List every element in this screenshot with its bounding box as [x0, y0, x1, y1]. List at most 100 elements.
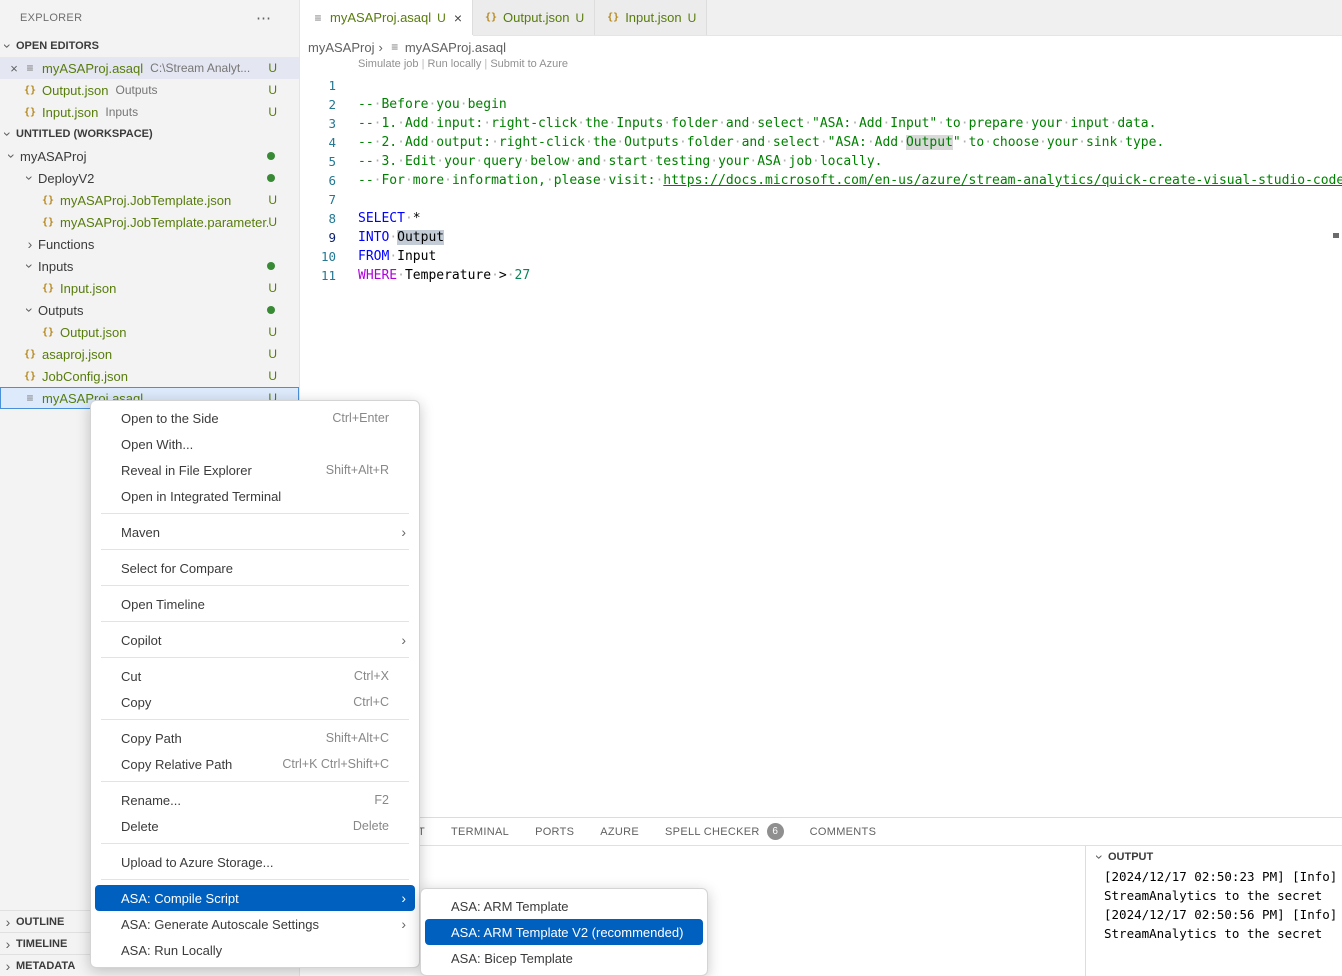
open-editors-section-header[interactable]: › OPEN EDITORS — [0, 35, 299, 57]
code-text[interactable]: SELECT·* — [336, 209, 421, 228]
tree-item-deployv2[interactable]: ›DeployV2 — [0, 167, 299, 189]
editor-tab-input-json[interactable]: {}Input.jsonU — [595, 0, 707, 35]
line-number: 8 — [300, 209, 336, 228]
editor-tab-myasaproj-asaql[interactable]: ≡myASAProj.asaqlU× — [300, 0, 473, 35]
code-text[interactable]: --·1.·Add·input:·right-click·the·Inputs·… — [336, 114, 1156, 133]
chevron-down-icon: › — [1092, 849, 1108, 865]
panel-tab-spell-checker[interactable]: SPELL CHECKER6 — [665, 823, 784, 840]
tree-item-inputs[interactable]: ›Inputs — [0, 255, 299, 277]
menu-item-delete[interactable]: DeleteDelete — [95, 813, 415, 839]
menu-item-maven[interactable]: Maven› — [95, 519, 415, 545]
whitespace-dot: · — [491, 268, 499, 283]
breadcrumb-file[interactable]: myASAProj.asaql — [405, 40, 506, 55]
chevron-right-icon: › — [22, 236, 38, 252]
tree-item-outputs[interactable]: ›Outputs — [0, 299, 299, 321]
code-text[interactable]: FROM·Input — [336, 247, 436, 266]
tree-item-myasaproj[interactable]: ›myASAProj — [0, 145, 299, 167]
code-line: 11WHERE·Temperature·>·27 — [300, 266, 1342, 285]
menu-item-upload-to-azure-storage[interactable]: Upload to Azure Storage... — [95, 849, 415, 875]
open-editors-list: ×≡myASAProj.asaqlC:\Stream Analyt...U{}O… — [0, 57, 299, 123]
asaql-file-icon: ≡ — [310, 11, 326, 25]
whitespace-dot: · — [616, 135, 624, 150]
more-actions-icon[interactable]: ⋯ — [256, 9, 271, 27]
menu-item-copy[interactable]: CopyCtrl+C — [95, 689, 415, 715]
close-tab-icon[interactable]: × — [454, 10, 462, 26]
code-text[interactable]: --·2.·Add·output:·right-click·the·Output… — [336, 133, 1164, 152]
code-line: 7 — [300, 190, 1342, 209]
menu-divider — [101, 513, 409, 514]
menu-item-copilot[interactable]: Copilot› — [95, 627, 415, 653]
menu-item-label: Reveal in File Explorer — [121, 463, 306, 478]
breadcrumb: myASAProj › ≡ myASAProj.asaql — [300, 36, 1342, 58]
chevron-right-icon: › — [378, 40, 382, 55]
tree-item-input-json[interactable]: {}Input.jsonU — [0, 277, 299, 299]
menu-item-asa-arm-template-v2-recommended[interactable]: ASA: ARM Template V2 (recommended) — [425, 919, 703, 945]
tree-item-jobconfig-json[interactable]: {}JobConfig.jsonU — [0, 365, 299, 387]
tree-item-myasaproj-jobtemplate-json[interactable]: {}myASAProj.JobTemplate.jsonU — [0, 189, 299, 211]
panel-tab-terminal[interactable]: TERMINAL — [451, 826, 509, 838]
menu-item-open-with[interactable]: Open With... — [95, 431, 415, 457]
menu-item-asa-bicep-template[interactable]: ASA: Bicep Template — [425, 945, 703, 971]
tree-item-functions[interactable]: ›Functions — [0, 233, 299, 255]
whitespace-dot: · — [663, 116, 671, 131]
output-view-title: OUTPUT — [1108, 851, 1153, 863]
breadcrumb-folder[interactable]: myASAProj — [308, 40, 374, 55]
code-text[interactable] — [336, 190, 358, 209]
menu-item-select-for-compare[interactable]: Select for Compare — [95, 555, 415, 581]
code-line: 8SELECT·* — [300, 209, 1342, 228]
code-editor[interactable]: 12--·Before·you·begin3--·1.·Add·input:·r… — [300, 76, 1342, 285]
whitespace-dot: · — [898, 135, 906, 150]
submenu-arrow-icon: › — [401, 524, 406, 540]
whitespace-dot: · — [601, 173, 609, 188]
whitespace-dot: · — [374, 154, 382, 169]
code-text[interactable]: --·For·more·information,·please·visit:·h… — [336, 171, 1342, 190]
code-text[interactable]: INTO·Output — [336, 228, 444, 247]
menu-item-asa-generate-autoscale-settings[interactable]: ASA: Generate Autoscale Settings› — [95, 911, 415, 937]
panel-tab-azure[interactable]: AZURE — [600, 826, 639, 838]
chevron-right-icon: › — [0, 936, 16, 952]
output-view-header[interactable]: › OUTPUT — [1086, 846, 1342, 867]
code-token: · — [389, 230, 397, 245]
code-text[interactable]: WHERE·Temperature·>·27 — [336, 266, 530, 285]
chevron-right-icon: › — [0, 958, 16, 974]
close-editor-icon[interactable]: × — [6, 61, 22, 76]
panel-tab-ports[interactable]: PORTS — [535, 826, 574, 838]
editor-tab-output-json[interactable]: {}Output.jsonU — [473, 0, 595, 35]
panel-tab-comments[interactable]: COMMENTS — [810, 826, 877, 838]
tree-item-asaproj-json[interactable]: {}asaproj.jsonU — [0, 343, 299, 365]
folder-label: Outputs — [38, 303, 84, 318]
menu-item-copy-relative-path[interactable]: Copy Relative PathCtrl+K Ctrl+Shift+C — [95, 751, 415, 777]
file-description: Inputs — [105, 105, 268, 119]
menu-item-label: Delete — [121, 819, 333, 834]
menu-item-asa-run-locally[interactable]: ASA: Run Locally — [95, 937, 415, 963]
open-editor-item-input-json[interactable]: {}Input.jsonInputsU — [0, 101, 299, 123]
code-link[interactable]: https://docs.microsoft.com/en-us/azure/s… — [663, 173, 1342, 188]
code-text[interactable]: --·Before·you·begin — [336, 95, 507, 114]
menu-item-rename[interactable]: Rename...F2 — [95, 787, 415, 813]
code-line: 6--·For·more·information,·please·visit:·… — [300, 171, 1342, 190]
code-text[interactable]: --·3.·Edit·your·query·below·and·start·te… — [336, 152, 882, 171]
code-text[interactable] — [336, 76, 358, 95]
open-editor-item-myasaproj-asaql[interactable]: ×≡myASAProj.asaqlC:\Stream Analyt...U — [0, 57, 299, 79]
codelens-run-locally[interactable]: Run locally — [428, 58, 482, 70]
menu-item-asa-compile-script[interactable]: ASA: Compile Script› — [95, 885, 415, 911]
output-log[interactable]: [2024/12/17 02:50:23 PM] [Info]StreamAna… — [1086, 867, 1342, 943]
menu-divider — [101, 879, 409, 880]
codelens-submit-to-azure[interactable]: Submit to Azure — [490, 58, 568, 70]
menu-item-open-in-integrated-terminal[interactable]: Open in Integrated Terminal — [95, 483, 415, 509]
code-token: WHERE — [358, 268, 397, 283]
codelens-actions: Simulate job | Run locally | Submit to A… — [358, 58, 568, 70]
json-file-icon: {} — [22, 85, 38, 96]
section-label: TIMELINE — [16, 938, 67, 950]
menu-item-reveal-in-file-explorer[interactable]: Reveal in File ExplorerShift+Alt+R — [95, 457, 415, 483]
open-editor-item-output-json[interactable]: {}Output.jsonOutputsU — [0, 79, 299, 101]
menu-item-copy-path[interactable]: Copy PathShift+Alt+C — [95, 725, 415, 751]
tree-item-output-json[interactable]: {}Output.jsonU — [0, 321, 299, 343]
codelens-simulate-job[interactable]: Simulate job — [358, 58, 419, 70]
menu-item-open-timeline[interactable]: Open Timeline — [95, 591, 415, 617]
menu-item-open-to-the-side[interactable]: Open to the SideCtrl+Enter — [95, 405, 415, 431]
menu-item-asa-arm-template[interactable]: ASA: ARM Template — [425, 893, 703, 919]
tree-item-myasaproj-jobtemplate-parameter[interactable]: {}myASAProj.JobTemplate.parameter...U — [0, 211, 299, 233]
menu-item-cut[interactable]: CutCtrl+X — [95, 663, 415, 689]
workspace-section-header[interactable]: › UNTITLED (WORKSPACE) — [0, 123, 299, 145]
